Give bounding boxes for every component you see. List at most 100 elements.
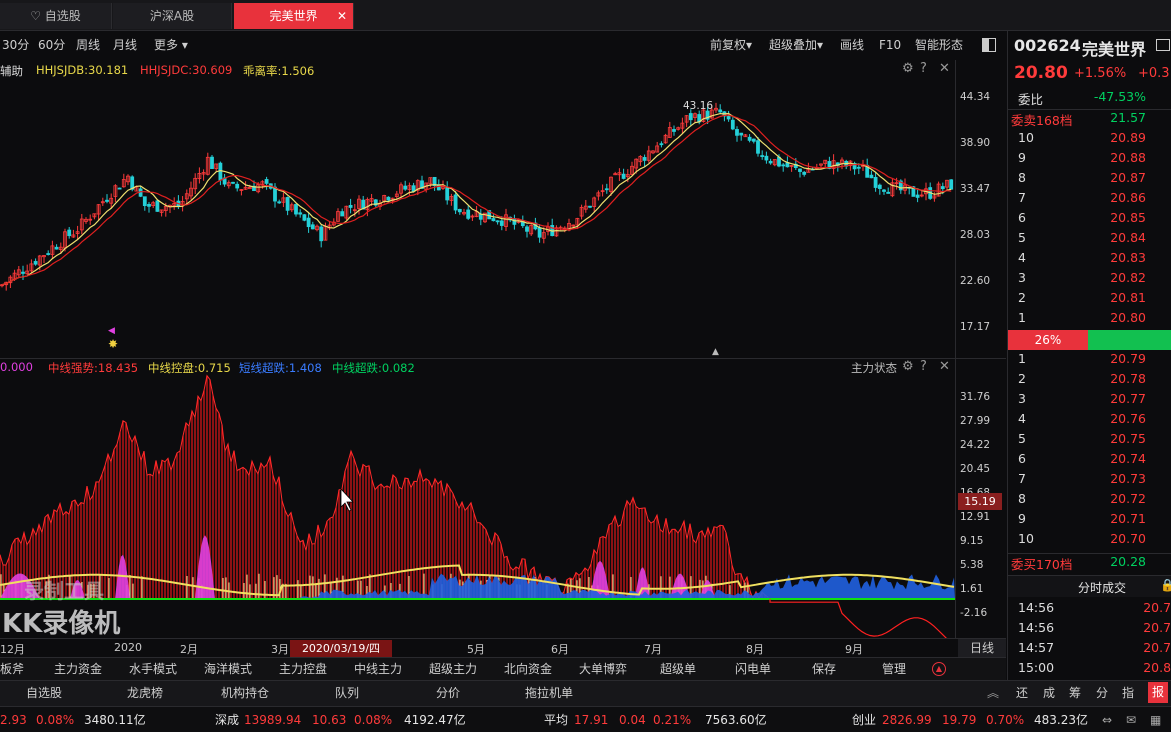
period-more[interactable]: 更多 ▾ <box>154 31 188 59</box>
bottom-tab[interactable]: 龙虎榜 <box>127 682 163 704</box>
indicator-tab[interactable]: 主力控盘 <box>279 659 327 680</box>
indicator-tab[interactable]: 超级单 <box>660 659 696 680</box>
period-60min[interactable]: 60分 <box>38 31 65 59</box>
indicator-tab[interactable]: 北向资金 <box>504 659 552 680</box>
indicator-tab[interactable]: 板斧 <box>0 659 24 680</box>
buy-level-row[interactable]: 2 20.78 <box>1008 371 1171 391</box>
sell-level-row[interactable]: 2 20.81 <box>1008 290 1171 310</box>
sell-total-label: 委卖168档 <box>1011 113 1073 128</box>
sub-indicator-chart[interactable] <box>0 359 955 638</box>
sell-level-row[interactable]: 7 20.86 <box>1008 190 1171 210</box>
bottom-tab[interactable]: 机构持仓 <box>221 682 269 704</box>
bottom-tab[interactable]: 队列 <box>335 682 359 704</box>
buy-level-row[interactable]: 9 20.71 <box>1008 511 1171 531</box>
period-30min[interactable]: 30分 <box>2 31 29 59</box>
kline-chart[interactable] <box>0 60 955 359</box>
mail-icon[interactable]: ✉ <box>1126 708 1136 732</box>
bottom-tab[interactable]: 拖拉机单 <box>525 682 573 704</box>
report-button[interactable]: 报 <box>1148 682 1168 703</box>
candle-body <box>756 140 760 154</box>
buy-level-row[interactable]: 3 20.77 <box>1008 391 1171 411</box>
candle-body <box>466 209 471 219</box>
sub-indicator-panel[interactable]: 0.000 中线强势:18.435 中线控盘:0.715 短线超跌:1.408 … <box>0 359 1006 639</box>
f10-button[interactable]: F10 <box>879 31 901 59</box>
collapse-up-icon[interactable]: ︽ <box>987 682 999 704</box>
sell-level-row[interactable]: 10 20.89 <box>1008 130 1171 150</box>
sell-level-row[interactable]: 1 20.80 <box>1008 310 1171 330</box>
kline-panel[interactable]: 辅助 HHJSJDB:30.181 HHJSJDC:30.609 乖离率:1.5… <box>0 60 1006 359</box>
adjust-button[interactable]: 前复权▾ <box>710 31 752 59</box>
buy-level-row[interactable]: 7 20.73 <box>1008 471 1171 491</box>
popout-icon[interactable] <box>1156 39 1170 51</box>
candle-body <box>798 168 802 172</box>
flag-icon: ◀ <box>108 326 115 336</box>
sell-level-row[interactable]: 4 20.83 <box>1008 250 1171 270</box>
close-icon[interactable]: ✕ <box>337 3 347 29</box>
sell-level-row[interactable]: 6 20.85 <box>1008 210 1171 230</box>
buy-level-row[interactable]: 8 20.72 <box>1008 491 1171 511</box>
quick-button[interactable]: 成 <box>1043 682 1055 704</box>
arrows-icon[interactable]: ⇔ <box>1102 708 1112 732</box>
bottom-tab[interactable]: 分价 <box>436 682 460 704</box>
period-week[interactable]: 周线 <box>76 31 100 59</box>
level: 10 <box>1018 130 1034 145</box>
candle-body <box>54 246 59 250</box>
price: 20.75 <box>1110 431 1146 446</box>
period-label[interactable]: 日线 <box>958 639 1006 658</box>
sell-level-row[interactable]: 8 20.87 <box>1008 170 1171 190</box>
price: 20.78 <box>1110 371 1146 386</box>
level: 1 <box>1018 310 1026 325</box>
sz-name[interactable]: 深成 <box>215 708 239 732</box>
buy-level-row[interactable]: 4 20.76 <box>1008 411 1171 431</box>
buy-level-row[interactable]: 10 20.70 <box>1008 531 1171 551</box>
quick-button[interactable]: 分 <box>1096 682 1108 704</box>
indicator-tab[interactable]: 水手模式 <box>129 659 177 680</box>
quick-button[interactable]: 筹 <box>1069 682 1081 704</box>
ratio-bar-sell: 26% <box>1008 330 1088 350</box>
manage-button[interactable]: 管理 <box>882 659 906 680</box>
indicator-tab[interactable]: 中线主力 <box>354 659 402 680</box>
sell-level-row[interactable]: 9 20.88 <box>1008 150 1171 170</box>
indicator-tab[interactable]: 大单博弈 <box>579 659 627 680</box>
save-button[interactable]: 保存 <box>812 659 836 680</box>
price-axis: 44.34 38.90 33.47 28.03 22.60 17.17 <box>955 60 1006 359</box>
date-tick: 2月 <box>180 643 198 656</box>
tick-time: 15:00 <box>1018 660 1055 675</box>
layout-toggle-icon[interactable] <box>982 38 996 52</box>
overlay-button[interactable]: 超级叠加▾ <box>769 31 823 59</box>
quick-button[interactable]: 还 <box>1016 682 1028 704</box>
tab-hs-a[interactable]: 沪深A股 <box>113 3 232 29</box>
grid-icon[interactable]: ▦ <box>1150 708 1161 732</box>
bottom-tab[interactable]: 自选股 <box>26 682 62 704</box>
expand-icon[interactable]: ▲ <box>932 662 946 676</box>
candle-body <box>147 204 151 207</box>
cy-name[interactable]: 创业 <box>852 708 876 732</box>
period-month[interactable]: 月线 <box>113 31 137 59</box>
buy-level-row[interactable]: 6 20.74 <box>1008 451 1171 471</box>
level: 1 <box>1018 351 1026 366</box>
indicator-tab[interactable]: 海洋模式 <box>204 659 252 680</box>
quick-button[interactable]: 指 <box>1122 682 1134 704</box>
price: 20.80 <box>1110 310 1146 325</box>
level: 2 <box>1018 371 1026 386</box>
price: 20.77 <box>1110 391 1146 406</box>
date-tick: 12月 <box>0 643 25 656</box>
tab-watchlist[interactable]: ♡ 自选股 <box>0 3 112 29</box>
indicator-tab[interactable]: 闪电单 <box>735 659 771 680</box>
buy-level-row[interactable]: 1 20.79 <box>1008 351 1171 371</box>
buy-level-row[interactable]: 5 20.75 <box>1008 431 1171 451</box>
smart-pattern-button[interactable]: 智能形态 <box>915 31 963 59</box>
tick-row: 14:56 20.78 <box>1008 600 1171 620</box>
indicator-tab[interactable]: 超级主力 <box>429 659 477 680</box>
lock-icon[interactable]: 🔒 <box>1160 578 1171 592</box>
tick-time: 14:56 <box>1018 600 1055 615</box>
avg-name[interactable]: 平均 <box>544 708 568 732</box>
indicator-tab[interactable]: 主力资金 <box>54 659 102 680</box>
sell-level-row[interactable]: 5 20.84 <box>1008 230 1171 250</box>
date-tick: 2020 <box>114 641 142 654</box>
tab-stock[interactable]: 完美世界 ✕ <box>234 3 354 29</box>
sell-level-row[interactable]: 3 20.82 <box>1008 270 1171 290</box>
price: 20.83 <box>1110 250 1146 265</box>
draw-line-button[interactable]: 画线 <box>840 31 864 59</box>
candle-body <box>760 155 765 157</box>
